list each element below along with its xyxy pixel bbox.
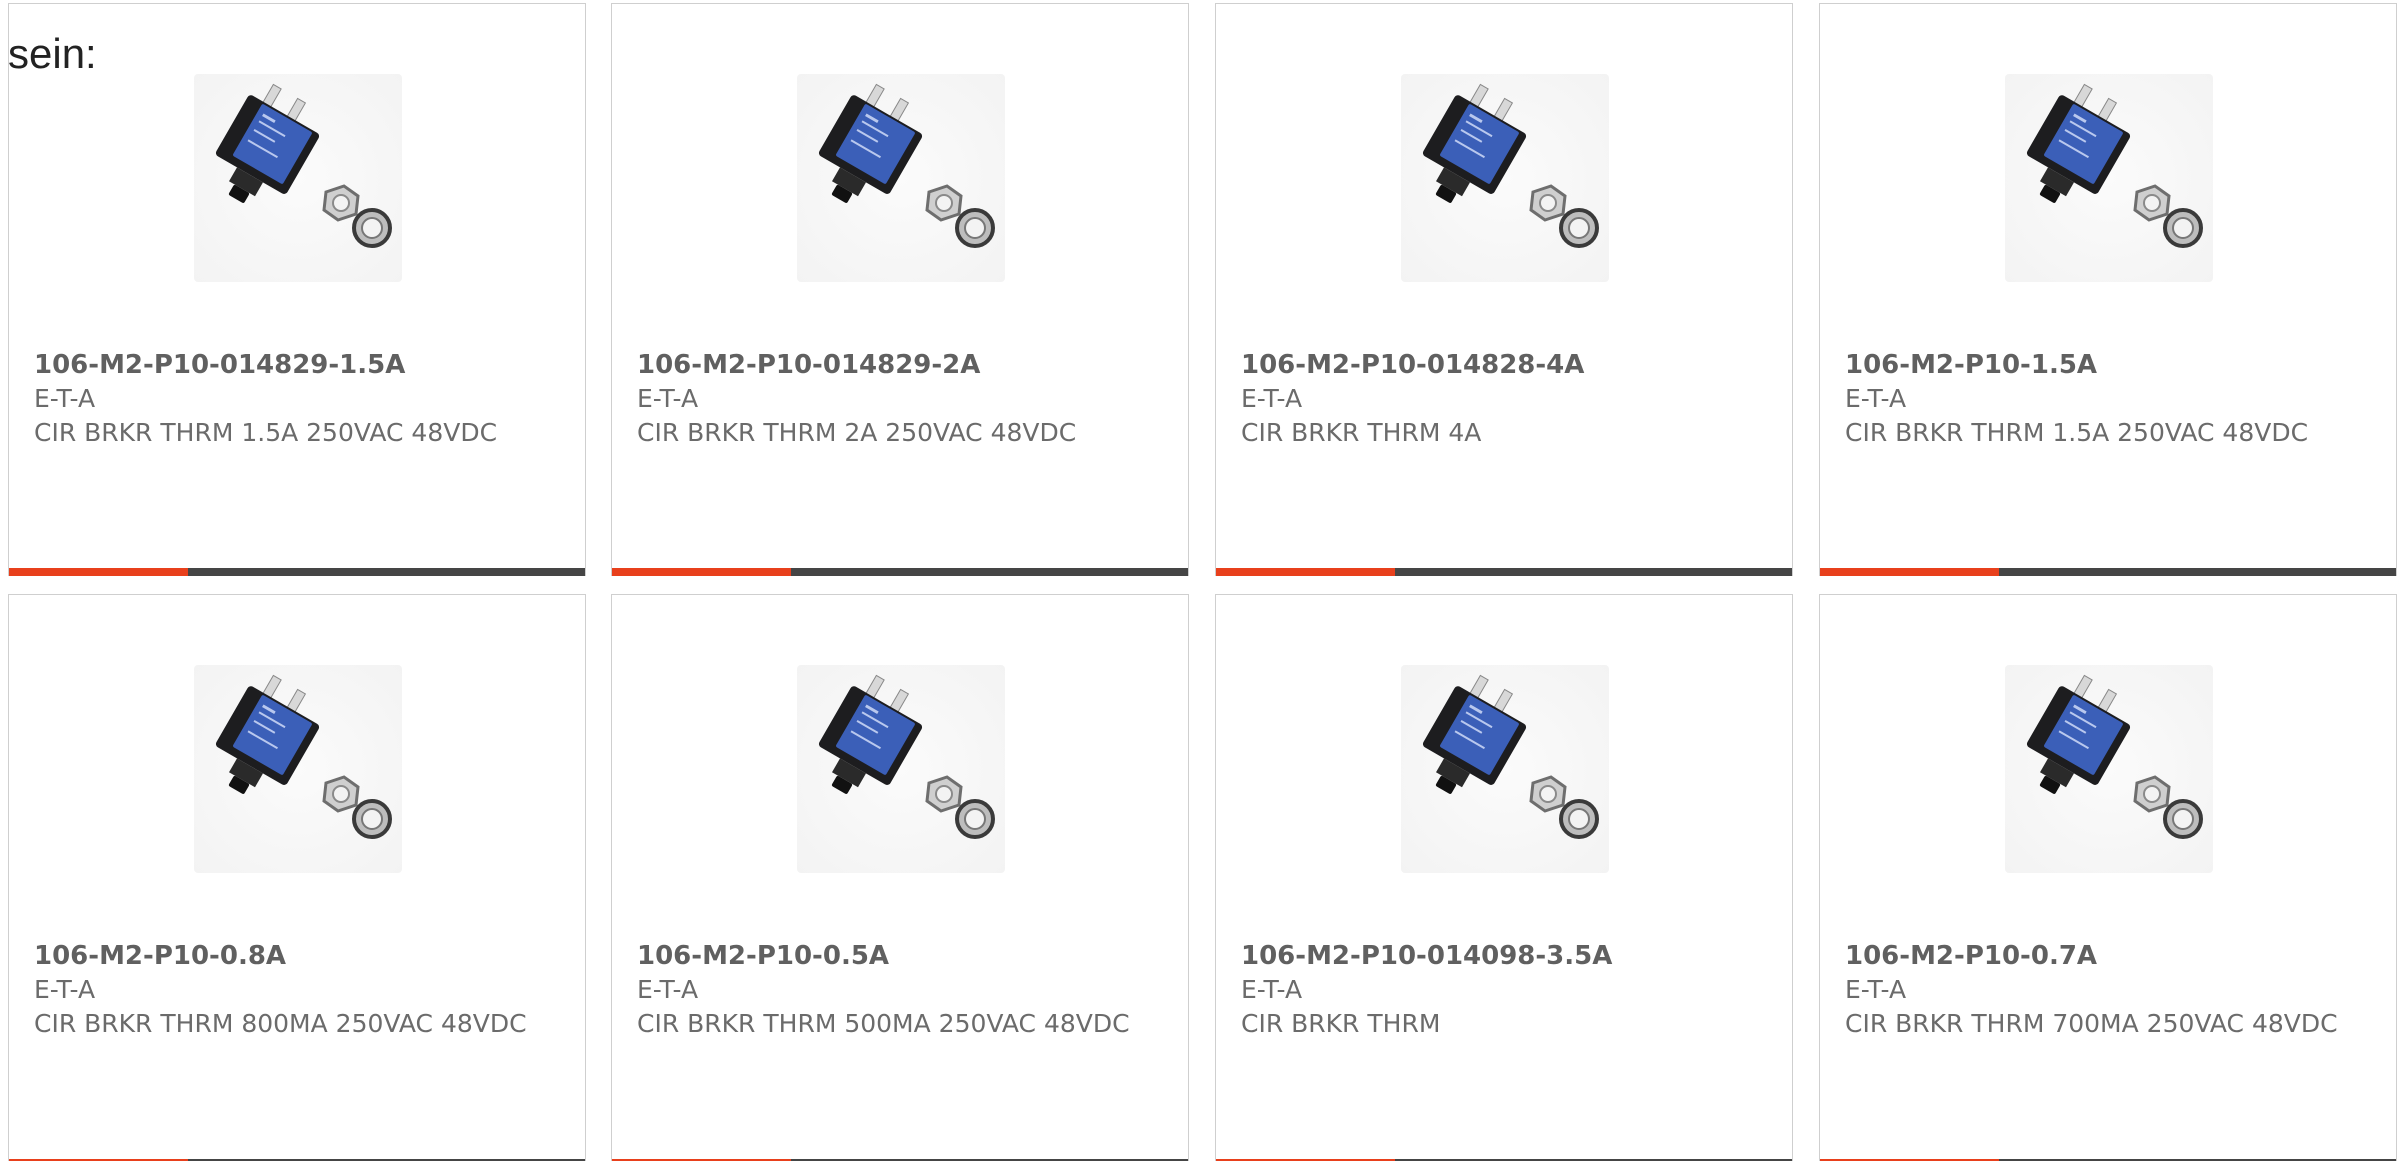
description: CIR BRKR THRM 1.5A 250VAC 48VDC xyxy=(1845,418,2309,447)
description: CIR BRKR THRM 500MA 250VAC 48VDC xyxy=(637,1009,1130,1038)
card-accent-bar xyxy=(1820,568,2396,576)
thermal-circuit-breaker-icon xyxy=(194,74,402,282)
part-number: 106-M2-P10-1.5A xyxy=(1845,350,2098,380)
description: CIR BRKR THRM 1.5A 250VAC 48VDC xyxy=(34,418,498,447)
manufacturer: E-T-A xyxy=(1845,975,1907,1004)
product-card[interactable]: 106-M2-P10-0.7A E-T-A CIR BRKR THRM 700M… xyxy=(1819,594,2397,1161)
thermal-circuit-breaker-icon xyxy=(2005,665,2213,873)
part-number: 106-M2-P10-0.8A xyxy=(34,941,287,971)
manufacturer: E-T-A xyxy=(34,384,96,413)
manufacturer: E-T-A xyxy=(1845,384,1907,413)
thermal-circuit-breaker-icon xyxy=(797,665,1005,873)
part-number: 106-M2-P10-014098-3.5A xyxy=(1241,941,1613,971)
part-number: 106-M2-P10-014828-4A xyxy=(1241,350,1585,380)
thermal-circuit-breaker-icon xyxy=(2005,74,2213,282)
product-card[interactable]: 106-M2-P10-014098-3.5A E-T-A CIR BRKR TH… xyxy=(1215,594,1793,1161)
thermal-circuit-breaker-icon xyxy=(1401,665,1609,873)
thermal-circuit-breaker-icon xyxy=(1401,74,1609,282)
part-number: 106-M2-P10-014829-2A xyxy=(637,350,981,380)
product-card[interactable]: 106-M2-P10-014829-1.5A E-T-A CIR BRKR TH… xyxy=(8,3,586,576)
manufacturer: E-T-A xyxy=(637,384,699,413)
description: CIR BRKR THRM 800MA 250VAC 48VDC xyxy=(34,1009,527,1038)
card-accent-bar xyxy=(1216,568,1792,576)
product-card[interactable]: 106-M2-P10-014828-4A E-T-A CIR BRKR THRM… xyxy=(1215,3,1793,576)
card-accent-bar xyxy=(9,568,585,576)
description: CIR BRKR THRM 700MA 250VAC 48VDC xyxy=(1845,1009,2338,1038)
description: CIR BRKR THRM 2A 250VAC 48VDC xyxy=(637,418,1077,447)
manufacturer: E-T-A xyxy=(1241,384,1303,413)
part-number: 106-M2-P10-0.5A xyxy=(637,941,890,971)
description: CIR BRKR THRM xyxy=(1241,1009,1441,1038)
part-number: 106-M2-P10-014829-1.5A xyxy=(34,350,406,380)
description: CIR BRKR THRM 4A xyxy=(1241,418,1482,447)
manufacturer: E-T-A xyxy=(637,975,699,1004)
card-accent-bar xyxy=(612,568,1188,576)
product-card[interactable]: 106-M2-P10-1.5A E-T-A CIR BRKR THRM 1.5A… xyxy=(1819,3,2397,576)
thermal-circuit-breaker-icon xyxy=(194,665,402,873)
manufacturer: E-T-A xyxy=(34,975,96,1004)
part-number: 106-M2-P10-0.7A xyxy=(1845,941,2098,971)
thermal-circuit-breaker-icon xyxy=(797,74,1005,282)
product-card[interactable]: 106-M2-P10-0.8A E-T-A CIR BRKR THRM 800M… xyxy=(8,594,586,1161)
manufacturer: E-T-A xyxy=(1241,975,1303,1004)
section-heading: sein: xyxy=(8,30,97,77)
product-card[interactable]: 106-M2-P10-014829-2A E-T-A CIR BRKR THRM… xyxy=(611,3,1189,576)
product-card[interactable]: 106-M2-P10-0.5A E-T-A CIR BRKR THRM 500M… xyxy=(611,594,1189,1161)
